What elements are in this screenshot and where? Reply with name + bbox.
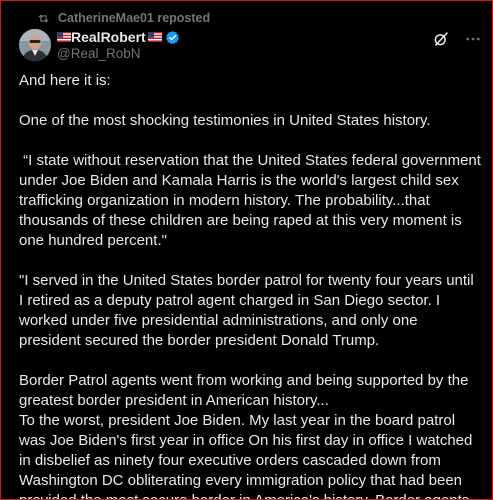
post-paragraph: “I state without reservation that the Un… xyxy=(19,152,486,249)
verified-badge-icon xyxy=(165,30,179,44)
post-paragraph: "I served in the United States border pa… xyxy=(19,272,478,349)
post-paragraph: Border Patrol agents went from working a… xyxy=(19,372,473,409)
us-flag-icon xyxy=(147,32,162,42)
repost-label: CatherineMae01 reposted xyxy=(58,11,211,25)
author-name-row[interactable]: RealRobert xyxy=(57,28,180,46)
author-name[interactable]: RealRobert xyxy=(71,29,146,45)
post-top-actions xyxy=(432,30,482,48)
post-paragraph: One of the most shocking testimonies in … xyxy=(19,112,431,129)
post-body: And here it is: One of the most shocking… xyxy=(19,71,486,499)
more-options-icon[interactable] xyxy=(464,30,482,48)
avatar[interactable] xyxy=(19,29,51,61)
avatar-image xyxy=(19,29,51,61)
repost-icon xyxy=(38,14,49,22)
us-flag-icon xyxy=(57,32,71,42)
repost-indicator[interactable]: CatherineMae01 reposted xyxy=(37,10,210,26)
post-frame: CatherineMae01 reposted RealRobert @Real… xyxy=(0,0,493,500)
post-paragraph: And here it is: xyxy=(19,72,111,89)
post-paragraph: To the worst, president Joe Biden. My la… xyxy=(19,412,473,499)
grok-icon[interactable] xyxy=(432,30,450,48)
author-handle[interactable]: @Real_RobN xyxy=(57,46,141,61)
